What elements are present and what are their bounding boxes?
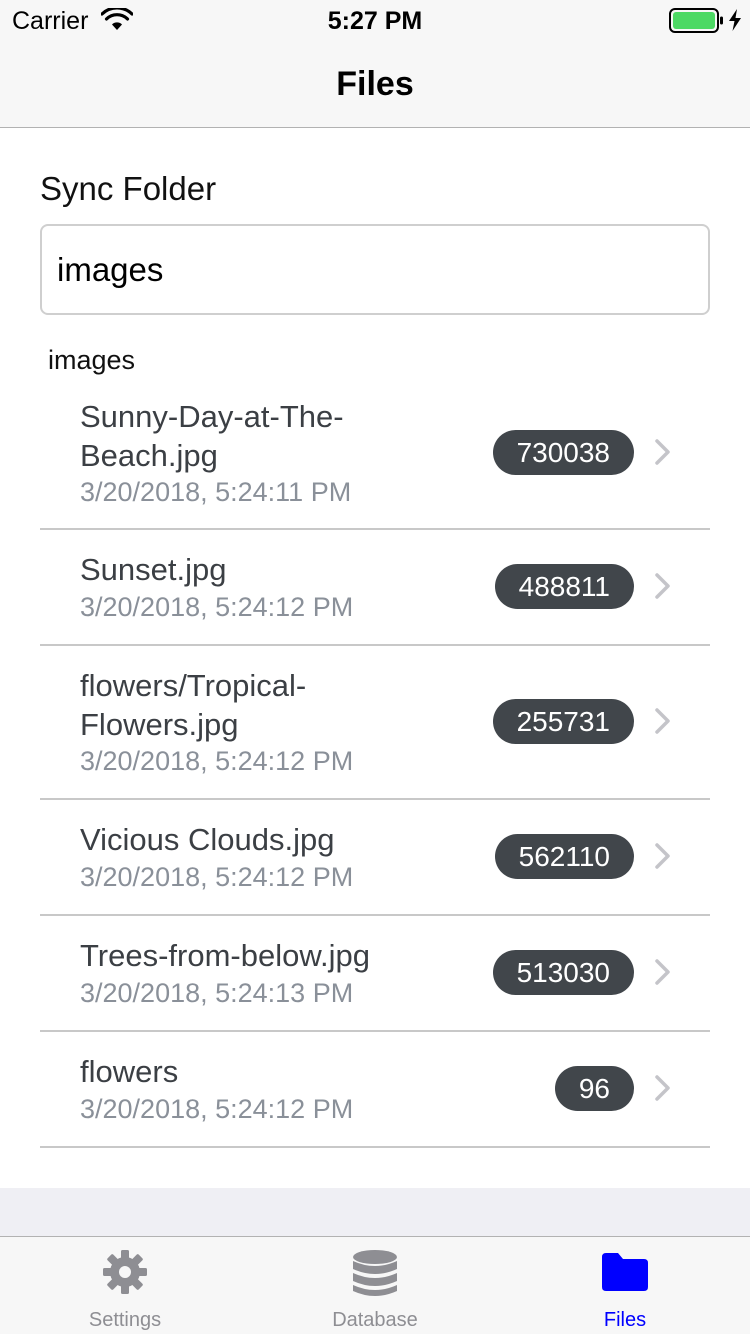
battery-icon bbox=[669, 8, 723, 33]
chevron-right-icon bbox=[655, 708, 670, 734]
file-size-badge: 730038 bbox=[492, 430, 634, 475]
charging-bolt-icon bbox=[729, 9, 741, 31]
list-item[interactable]: flowers 3/20/2018, 5:24:12 PM 96 bbox=[40, 1032, 710, 1148]
chevron-right-icon bbox=[655, 843, 670, 869]
file-name-line: Beach.jpg bbox=[80, 438, 218, 473]
file-size-badge: 562110 bbox=[494, 834, 634, 879]
database-icon bbox=[353, 1250, 397, 1296]
file-name: Sunset.jpg bbox=[80, 550, 460, 589]
chevron-right-icon bbox=[655, 573, 670, 599]
file-name: Trees-from-below.jpg bbox=[80, 936, 460, 975]
status-bar: Carrier 5:27 PM bbox=[0, 0, 750, 40]
tab-label: Settings bbox=[88, 1309, 162, 1331]
list-item[interactable]: Sunny-Day-at-The- Beach.jpg 3/20/2018, 5… bbox=[40, 385, 710, 530]
tab-bar: Settings Database Files bbox=[0, 1236, 750, 1334]
file-date: 3/20/2018, 5:24:12 PM bbox=[80, 592, 354, 622]
file-name-line: Vicious Clouds.jpg bbox=[80, 822, 335, 857]
list-item[interactable]: Trees-from-below.jpg 3/20/2018, 5:24:13 … bbox=[40, 916, 710, 1032]
file-size-badge: 96 bbox=[554, 1066, 634, 1111]
folder-icon bbox=[602, 1253, 648, 1291]
sync-folder-input[interactable] bbox=[40, 224, 710, 315]
sync-folder-label: Sync Folder bbox=[40, 170, 217, 207]
file-name: flowers bbox=[80, 1052, 460, 1091]
file-name: flowers/Tropical- Flowers.jpg bbox=[80, 666, 460, 744]
section-header: images bbox=[48, 345, 136, 375]
file-name-line: Sunset.jpg bbox=[80, 552, 227, 587]
file-name-line: Trees-from-below.jpg bbox=[80, 938, 371, 973]
file-name-line: Sunny-Day-at-The- bbox=[80, 399, 344, 434]
chevron-right-icon bbox=[655, 439, 670, 465]
file-size-badge: 488811 bbox=[494, 564, 634, 609]
tab-files[interactable]: Files bbox=[500, 1237, 750, 1334]
file-name-line: Flowers.jpg bbox=[80, 707, 239, 742]
tab-label: Files bbox=[603, 1309, 647, 1331]
file-date: 3/20/2018, 5:24:12 PM bbox=[80, 746, 354, 776]
file-date: 3/20/2018, 5:24:12 PM bbox=[80, 862, 354, 892]
list-item[interactable]: Vicious Clouds.jpg 3/20/2018, 5:24:12 PM… bbox=[40, 800, 710, 916]
file-name: Vicious Clouds.jpg bbox=[80, 820, 460, 859]
file-date: 3/20/2018, 5:24:12 PM bbox=[80, 1094, 354, 1124]
file-list: Sunny-Day-at-The- Beach.jpg 3/20/2018, 5… bbox=[40, 385, 710, 1148]
file-name: Sunny-Day-at-The- Beach.jpg bbox=[80, 397, 460, 475]
file-date: 3/20/2018, 5:24:13 PM bbox=[80, 978, 354, 1008]
tab-label: Database bbox=[332, 1309, 418, 1331]
chevron-right-icon bbox=[655, 1075, 670, 1101]
file-size-badge: 255731 bbox=[492, 699, 634, 744]
background-footer bbox=[0, 1188, 750, 1236]
file-name-line: flowers/Tropical- bbox=[80, 668, 307, 703]
gear-icon bbox=[103, 1250, 147, 1294]
main-content: Sync Folder images Sunny-Day-at-The- Bea… bbox=[0, 128, 750, 1188]
list-item[interactable]: Sunset.jpg 3/20/2018, 5:24:12 PM 488811 bbox=[40, 530, 710, 646]
file-name-line: flowers bbox=[80, 1054, 179, 1089]
list-item[interactable]: flowers/Tropical- Flowers.jpg 3/20/2018,… bbox=[40, 646, 710, 800]
status-time: 5:27 PM bbox=[327, 7, 423, 35]
tab-settings[interactable]: Settings bbox=[0, 1237, 250, 1334]
page-title: Files bbox=[336, 65, 414, 103]
file-date: 3/20/2018, 5:24:11 PM bbox=[80, 477, 352, 507]
chevron-right-icon bbox=[655, 959, 670, 985]
navigation-bar: Files bbox=[0, 40, 750, 128]
file-size-badge: 513030 bbox=[492, 950, 634, 995]
tab-database[interactable]: Database bbox=[250, 1237, 500, 1334]
